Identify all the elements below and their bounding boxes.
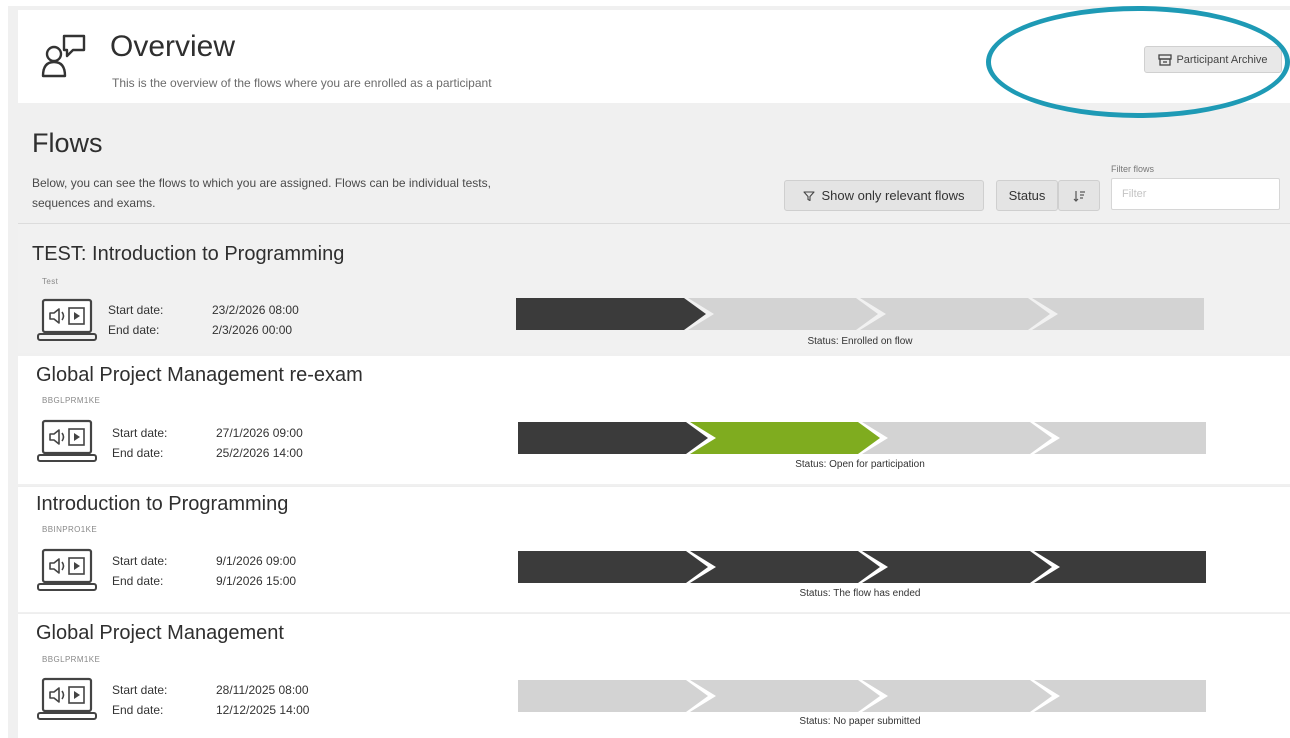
- progress-step-dark: [1034, 551, 1206, 583]
- flows-description: Below, you can see the flows to which yo…: [32, 176, 491, 210]
- end-date-value: 9/1/2026 15:00: [216, 574, 297, 588]
- progress-step-light: [690, 680, 880, 712]
- flow-code: BBGLPRM1KE: [42, 396, 101, 405]
- end-date-label: End date:: [112, 703, 164, 717]
- filter-flows-input[interactable]: [1111, 178, 1280, 210]
- laptop-media-icon: [37, 677, 97, 720]
- flow-progress-steps: [516, 298, 1204, 330]
- date-values: 9/1/2026 09:00 9/1/2026 15:00: [216, 551, 296, 591]
- start-date-label: Start date:: [108, 303, 164, 317]
- filter-flows-label: Filter flows: [1111, 164, 1155, 174]
- status-sort-label: Status: [1008, 188, 1046, 203]
- page-subtitle: This is the overview of the flows where …: [112, 76, 492, 90]
- filter-funnel-icon: [803, 190, 816, 201]
- end-date-label: End date:: [112, 574, 164, 588]
- progress-step-light: [862, 680, 1052, 712]
- sort-icon: [1073, 190, 1085, 202]
- progress-step-light: [1034, 680, 1206, 712]
- show-relevant-flows-button[interactable]: Show only relevant flows: [784, 180, 984, 211]
- progress-step-dark: [516, 298, 706, 330]
- flow-status: Status: No paper submitted: [799, 716, 921, 727]
- end-date-value: 2/3/2026 00:00: [212, 323, 293, 337]
- flow-progress-steps: [518, 422, 1206, 454]
- progress-step-green: [690, 422, 880, 454]
- end-date-value: 25/2/2026 14:00: [216, 446, 303, 460]
- page-title: Overview: [110, 30, 236, 63]
- flow-code: BBINPRO1KE: [42, 525, 98, 534]
- flow-code: BBGLPRM1KE: [42, 655, 101, 664]
- flow-card[interactable]: Global Project Management BBGLPRM1KE Sta…: [18, 613, 1290, 738]
- progress-step-light: [1034, 422, 1206, 454]
- flow-card[interactable]: Global Project Management re-exam BBGLPR…: [18, 356, 1290, 484]
- status-sort-button[interactable]: Status: [996, 180, 1058, 211]
- progress-step-dark: [518, 551, 708, 583]
- flow-name[interactable]: Introduction to Programming: [36, 493, 288, 516]
- progress-step-dark: [690, 551, 880, 583]
- end-date-value: 12/12/2025 14:00: [216, 703, 310, 717]
- date-values: 23/2/2026 08:00 2/3/2026 00:00: [212, 300, 299, 340]
- flow-status: Status: Open for participation: [795, 459, 925, 470]
- progress-step-light: [860, 298, 1050, 330]
- flow-status: Status: Enrolled on flow: [807, 336, 913, 347]
- progress-step-light: [518, 680, 708, 712]
- start-date-value: 9/1/2026 09:00: [216, 554, 297, 568]
- end-date-label: End date:: [108, 323, 160, 337]
- laptop-media-icon: [37, 298, 97, 341]
- flow-code: Test: [42, 277, 59, 286]
- date-values: 27/1/2026 09:00 25/2/2026 14:00: [216, 423, 303, 463]
- overview-header: Overview This is the overview of the flo…: [18, 10, 1290, 103]
- start-date-label: Start date:: [112, 683, 168, 697]
- flow-name[interactable]: TEST: Introduction to Programming: [32, 243, 344, 266]
- start-date-value: 28/11/2025 08:00: [216, 683, 309, 697]
- date-labels: Start date: End date:: [112, 680, 167, 720]
- progress-step-light: [862, 422, 1052, 454]
- end-date-label: End date:: [112, 446, 164, 460]
- participant-archive-button[interactable]: Participant Archive: [1144, 46, 1282, 73]
- progress-step-light: [1032, 298, 1204, 330]
- show-relevant-flows-label: Show only relevant flows: [821, 188, 965, 203]
- flow-card[interactable]: Introduction to Programming BBINPRO1KE S…: [18, 486, 1290, 612]
- participant-chat-icon: [41, 34, 86, 78]
- start-date-label: Start date:: [112, 426, 168, 440]
- flow-name[interactable]: Global Project Management re-exam: [36, 364, 363, 387]
- date-labels: Start date: End date:: [112, 551, 167, 591]
- archive-icon: [1158, 53, 1173, 66]
- progress-step-dark: [862, 551, 1052, 583]
- start-date-value: 27/1/2026 09:00: [216, 426, 303, 440]
- laptop-media-icon: [37, 548, 97, 591]
- progress-step-light: [688, 298, 878, 330]
- flow-progress-steps: [518, 680, 1206, 712]
- laptop-media-icon: [37, 419, 97, 462]
- flows-title: Flows: [32, 128, 103, 158]
- date-values: 28/11/2025 08:00 12/12/2025 14:00: [216, 680, 309, 720]
- start-date-label: Start date:: [112, 554, 168, 568]
- participant-archive-label: Participant Archive: [1176, 53, 1268, 66]
- date-labels: Start date: End date:: [108, 300, 163, 340]
- date-labels: Start date: End date:: [112, 423, 167, 463]
- flow-status: Status: The flow has ended: [799, 588, 921, 599]
- sort-order-button[interactable]: [1058, 180, 1100, 211]
- start-date-value: 23/2/2026 08:00: [212, 303, 299, 317]
- progress-step-dark: [518, 422, 708, 454]
- page: Overview This is the overview of the flo…: [8, 6, 1290, 738]
- flow-name[interactable]: Global Project Management: [36, 622, 284, 645]
- flow-progress-steps: [518, 551, 1206, 583]
- flow-card[interactable]: TEST: Introduction to Programming Test S…: [18, 224, 1290, 353]
